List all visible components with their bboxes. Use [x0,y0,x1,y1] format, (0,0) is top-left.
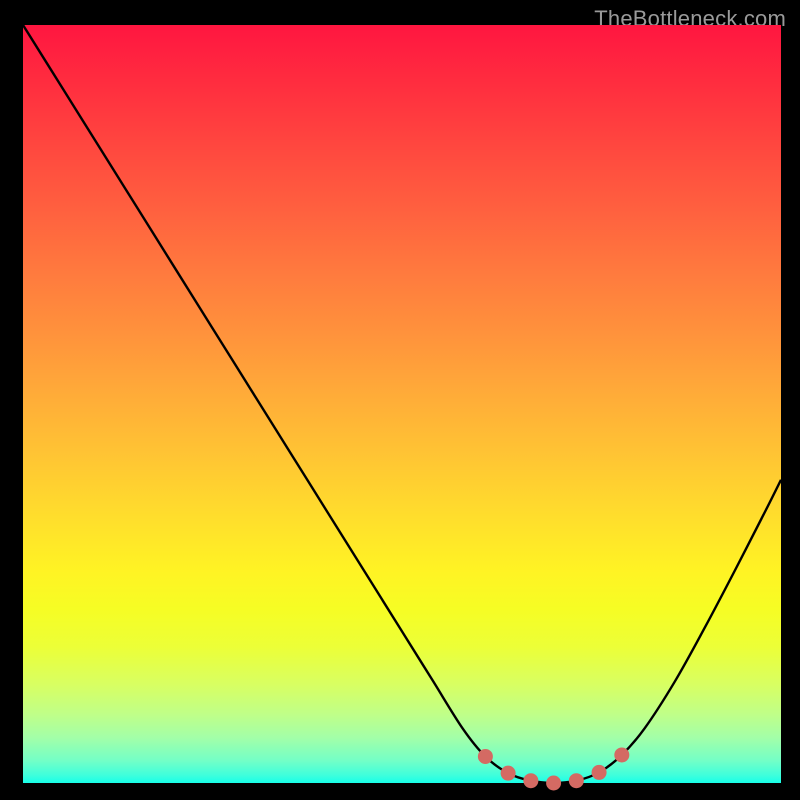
chart-curve-layer [23,25,781,783]
optimal-marker [569,773,584,788]
optimal-marker [478,749,493,764]
optimal-marker [523,773,538,788]
optimal-marker [614,747,629,762]
optimal-marker [592,765,607,780]
optimal-marker [546,776,561,791]
bottleneck-curve [23,25,781,783]
optimal-marker [501,766,516,781]
